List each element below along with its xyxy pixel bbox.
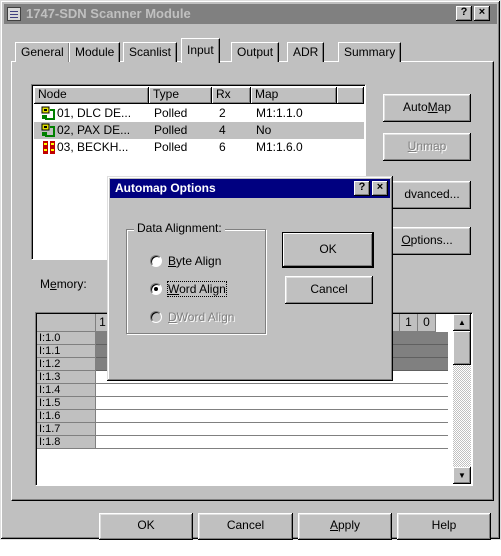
- memory-label: Memory:: [40, 277, 87, 291]
- grid-row-header: I:1.1: [37, 345, 96, 358]
- radio-label: Byte Align: [168, 254, 222, 268]
- node-type: Polled: [154, 123, 188, 137]
- node-name: 01, DLC DE...: [57, 106, 132, 120]
- grid-row-header: I:1.0: [37, 332, 96, 345]
- tab-adr[interactable]: ADR: [287, 42, 325, 62]
- grid-row: [96, 384, 448, 397]
- node-name: 03, BECKH...: [57, 140, 129, 154]
- radio-label: DWord Align: [168, 310, 235, 324]
- grid-row-header: I:1.5: [37, 397, 96, 410]
- column-rx[interactable]: Rx: [212, 87, 251, 104]
- app-icon: [7, 7, 21, 21]
- tab-summary[interactable]: Summary: [338, 42, 402, 62]
- dialog-cancel-button[interactable]: Cancel: [285, 276, 373, 304]
- list-item[interactable]: 01, DLC DE... Polled 2 M1:1.1.0: [34, 105, 364, 122]
- apply-button[interactable]: Apply: [298, 513, 392, 540]
- radio-circle: [150, 255, 162, 267]
- radio-circle: [150, 311, 162, 323]
- grid-row-header: I:1.7: [37, 423, 96, 436]
- cancel-button[interactable]: Cancel: [198, 513, 293, 540]
- node-rx: 4: [219, 123, 226, 137]
- radio-checked-dot: [154, 287, 158, 291]
- grid-row: [96, 436, 448, 449]
- advanced-button[interactable]: dvanced...: [383, 181, 471, 209]
- node-type: Polled: [154, 106, 188, 120]
- column-map[interactable]: Map: [251, 87, 337, 104]
- grid-corner: [37, 314, 96, 332]
- node-name: 02, PAX DE...: [57, 123, 131, 137]
- column-type[interactable]: Type: [149, 87, 212, 104]
- grid-row-header: I:1.2: [37, 358, 96, 371]
- grid-row: [96, 397, 448, 410]
- grid-row: [96, 423, 448, 436]
- unmap-button[interactable]: Unmap: [383, 133, 471, 161]
- help-footer-button[interactable]: Help: [397, 513, 491, 540]
- radio-circle: [150, 283, 162, 295]
- node-map: No: [256, 123, 272, 137]
- list-item[interactable]: 03, BECKH... Polled 6 M1:1.6.0: [34, 139, 364, 156]
- dialog-close-button[interactable]: ×: [372, 181, 388, 196]
- scroll-thumb[interactable]: [453, 331, 471, 365]
- devicenet-device-icon: [41, 123, 55, 137]
- radio-label: Word Align: [167, 281, 227, 297]
- grid-row-header: I:1.3: [37, 371, 96, 384]
- automap-button[interactable]: AutoMap: [383, 94, 471, 122]
- options-button[interactable]: Options...: [383, 227, 471, 255]
- node-type: Polled: [154, 140, 188, 154]
- tab-module[interactable]: Module: [69, 42, 121, 62]
- node-rx: 6: [219, 140, 226, 154]
- ok-button[interactable]: OK: [99, 513, 193, 540]
- list-item[interactable]: 02, PAX DE... Polled 4 No: [34, 122, 364, 139]
- grid-column-header: 1: [400, 314, 418, 332]
- tab-scanlist[interactable]: Scanlist: [123, 42, 178, 62]
- dialog-title: Automap Options: [115, 181, 216, 195]
- devicenet-device-icon: [41, 106, 55, 120]
- scroll-up-icon[interactable]: ▲: [453, 314, 471, 331]
- tab-general[interactable]: General: [15, 42, 70, 62]
- tab-output[interactable]: Output: [231, 42, 280, 62]
- grid-row-header: I:1.4: [37, 384, 96, 397]
- node-rx: 2: [219, 106, 226, 120]
- grid-row: [96, 410, 448, 423]
- grid-vertical-scrollbar[interactable]: ▲ ▼: [453, 314, 471, 484]
- column-node[interactable]: Node: [34, 87, 149, 104]
- scroll-down-icon[interactable]: ▼: [453, 467, 471, 484]
- grid-row-header: I:1.8: [37, 436, 96, 449]
- data-alignment-label: Data Alignment:: [134, 221, 225, 235]
- window-titlebar[interactable]: 1747-SDN Scanner Module ? ×: [4, 4, 497, 24]
- column-filler: [337, 87, 364, 104]
- dialog-ok-button[interactable]: OK: [283, 233, 373, 267]
- grid-column-header: 0: [418, 314, 436, 332]
- dialog-titlebar[interactable]: Automap Options ? ×: [110, 179, 390, 198]
- automap-options-dialog: Automap Options ? × Data Alignment: Byte…: [107, 176, 393, 381]
- tab-input[interactable]: Input: [181, 38, 220, 63]
- node-map: M1:1.1.0: [256, 106, 303, 120]
- grid-row-header: I:1.6: [37, 410, 96, 423]
- window-title: 1747-SDN Scanner Module: [26, 6, 191, 21]
- node-list-header: Node Type Rx Map: [34, 87, 364, 104]
- dialog-help-button[interactable]: ?: [354, 181, 370, 196]
- help-button[interactable]: ?: [456, 6, 472, 21]
- io-module-icon: [43, 141, 55, 154]
- close-button[interactable]: ×: [474, 6, 490, 21]
- node-map: M1:1.6.0: [256, 140, 303, 154]
